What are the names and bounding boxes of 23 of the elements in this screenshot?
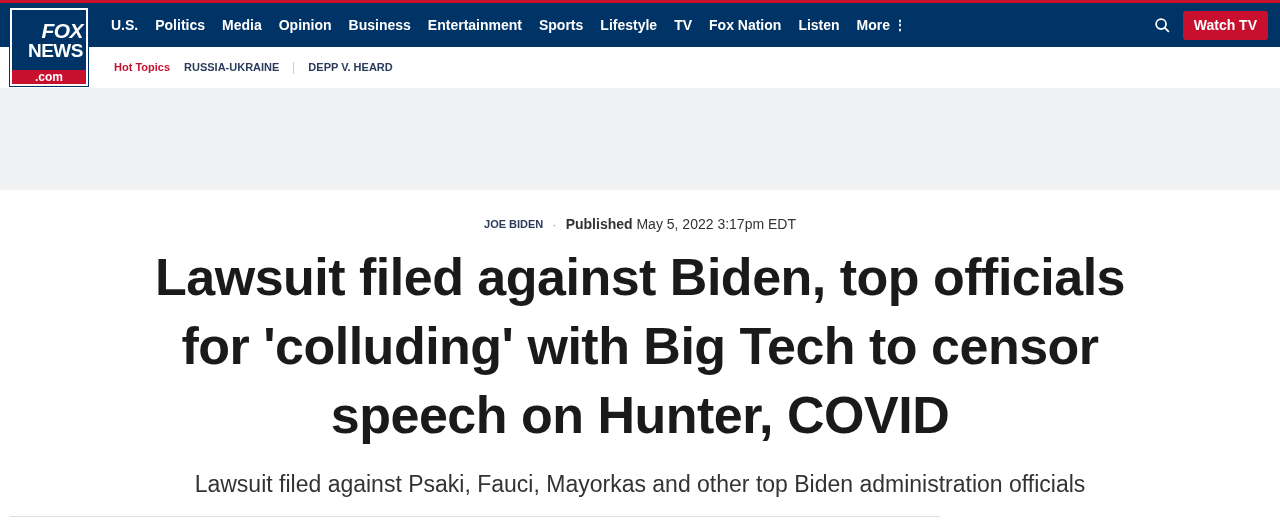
subheadline: Lawsuit filed against Psaki, Fauci, Mayorkas and other top Biden administration officials <box>194 470 1086 499</box>
more-menu[interactable]: More ⋮ <box>856 14 907 36</box>
nav-link[interactable]: U.S. <box>111 14 139 36</box>
nav-link[interactable]: Politics <box>155 14 206 36</box>
nav-link[interactable]: Entertainment <box>427 14 522 36</box>
nav-link[interactable]: Lifestyle <box>600 14 658 36</box>
nav-link[interactable]: TV <box>674 14 693 36</box>
nav-link[interactable]: Opinion <box>278 14 332 36</box>
nav-link[interactable]: Business <box>348 14 411 36</box>
headline: Lawsuit filed against Biden, top officials for 'colluding' with Big Tech to censor speech on Hunter, COVID <box>154 247 1126 446</box>
search-icon[interactable] <box>1153 16 1171 34</box>
hot-topics-label[interactable]: Hot Topics <box>114 59 170 76</box>
logo[interactable]: FOX NEWS .com <box>10 8 88 86</box>
nav-link[interactable]: Fox Nation <box>709 14 782 36</box>
nav-link[interactable]: Listen <box>798 14 840 36</box>
category-link[interactable]: JOE BIDEN <box>484 216 544 233</box>
separator: · <box>552 215 557 234</box>
published-date: Published May 5, 2022 3:17pm EDT <box>565 215 796 234</box>
topic-link[interactable]: RUSSIA-UKRAINE <box>184 59 280 76</box>
nav-link[interactable]: Sports <box>539 14 584 36</box>
topic-link[interactable]: DEPP V. HEARD <box>308 59 393 76</box>
watch-tv-button[interactable]: Watch TV <box>1182 10 1268 40</box>
nav-link[interactable]: Media <box>222 14 262 36</box>
